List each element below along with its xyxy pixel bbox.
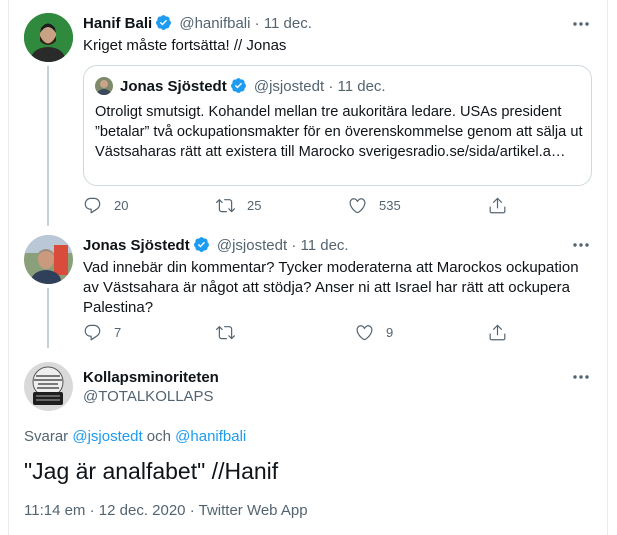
retweet-count: 25 (247, 198, 262, 213)
separator-dot: · (291, 237, 297, 254)
author-name[interactable]: Jonas Sjöstedt (83, 237, 190, 254)
heart-icon (356, 325, 373, 341)
quote-header: Jonas Sjöstedt @jsjostedt · 11 dec. (120, 77, 386, 95)
share-button[interactable] (488, 196, 519, 215)
more-options-icon[interactable] (571, 371, 591, 383)
reply-icon (84, 324, 101, 341)
tweet2-text: Vad innebär din kommentar? Tycker modera… (83, 259, 579, 316)
share-icon (489, 324, 506, 341)
quoted-tweet[interactable]: Jonas Sjöstedt @jsjostedt · 11 dec. Otro… (83, 65, 592, 186)
tweet-full-date[interactable]: 12 dec. 2020 (99, 502, 186, 519)
retweet-button[interactable] (216, 323, 247, 342)
verified-badge-icon (156, 15, 172, 30)
author-name[interactable]: Kollapsminoriteten (83, 369, 219, 386)
tweet-meta: 11:14 em · 12 dec. 2020 · Twitter Web Ap… (24, 502, 308, 519)
quote-author-handle: @jsjostedt (253, 78, 325, 95)
reply-and: och (146, 428, 171, 445)
author-handle[interactable]: @hanifbali (179, 15, 250, 32)
more-options-icon[interactable] (571, 18, 591, 30)
separator-dot: · (254, 15, 260, 32)
quote-date: 11 dec. (337, 78, 386, 95)
reply-count: 20 (114, 198, 129, 213)
reply-button[interactable]: 7 (83, 323, 121, 342)
avatar-hanif-bali[interactable] (24, 13, 73, 62)
retweet-icon (216, 199, 235, 213)
reply-mention-hanifbali[interactable]: @hanifbali (175, 428, 246, 445)
author-handle[interactable]: @jsjostedt (217, 237, 287, 254)
reply-count: 7 (114, 325, 122, 340)
retweet-icon (216, 326, 235, 340)
main-author-handle-line: @TOTALKOLLAPS (83, 388, 214, 405)
retweet-button[interactable]: 25 (216, 196, 261, 215)
tweet2-header: Jonas Sjöstedt @jsjostedt · 11 dec. (83, 236, 349, 254)
heart-icon (349, 198, 366, 214)
quote-avatar (95, 77, 113, 95)
main-author-name-line: Kollapsminoriteten (83, 369, 219, 386)
verified-badge-icon (193, 237, 209, 252)
reply-button[interactable]: 20 (83, 196, 128, 215)
tweet-source[interactable]: Twitter Web App (199, 502, 308, 519)
author-handle[interactable]: @TOTALKOLLAPS (83, 388, 214, 405)
avatar-kollapsminoriteten[interactable] (24, 362, 73, 411)
like-button[interactable]: 535 (348, 196, 401, 215)
tweet1-header: Hanif Bali @hanifbali · 11 dec. (83, 14, 312, 32)
tweet-date[interactable]: 11 dec. (300, 237, 348, 254)
separator-dot: · (189, 502, 195, 519)
thread-line-2 (47, 288, 49, 348)
main-tweet-text: "Jag är analfabet" //Hanif (24, 458, 279, 484)
quote-author-name: Jonas Sjöstedt (120, 78, 227, 95)
tweet-time[interactable]: 11:14 em (24, 502, 85, 519)
quote-text: Otroligt smutsigt. Kohandel mellan tre a… (95, 104, 583, 160)
reply-icon (84, 197, 101, 214)
more-options-icon[interactable] (571, 239, 591, 251)
tweet-date[interactable]: 11 dec. (264, 15, 312, 32)
like-count: 9 (386, 325, 394, 340)
like-count: 535 (379, 198, 401, 213)
reply-mention-jsjostedt[interactable]: @jsjostedt (72, 428, 142, 445)
verified-badge-icon (230, 78, 246, 93)
share-button[interactable] (488, 323, 519, 342)
author-name[interactable]: Hanif Bali (83, 15, 152, 32)
replying-prefix: Svarar (24, 428, 69, 445)
tweet1-text: Kriget måste fortsätta! // Jonas (83, 37, 287, 54)
avatar-jonas-sjostedt[interactable] (24, 235, 73, 284)
share-icon (489, 197, 506, 214)
separator-dot: · (328, 78, 334, 95)
like-button[interactable]: 9 (355, 323, 393, 342)
separator-dot: · (89, 502, 95, 519)
thread-line-1 (47, 66, 49, 226)
replying-to: Svarar @jsjostedt och @hanifbali (24, 428, 246, 445)
